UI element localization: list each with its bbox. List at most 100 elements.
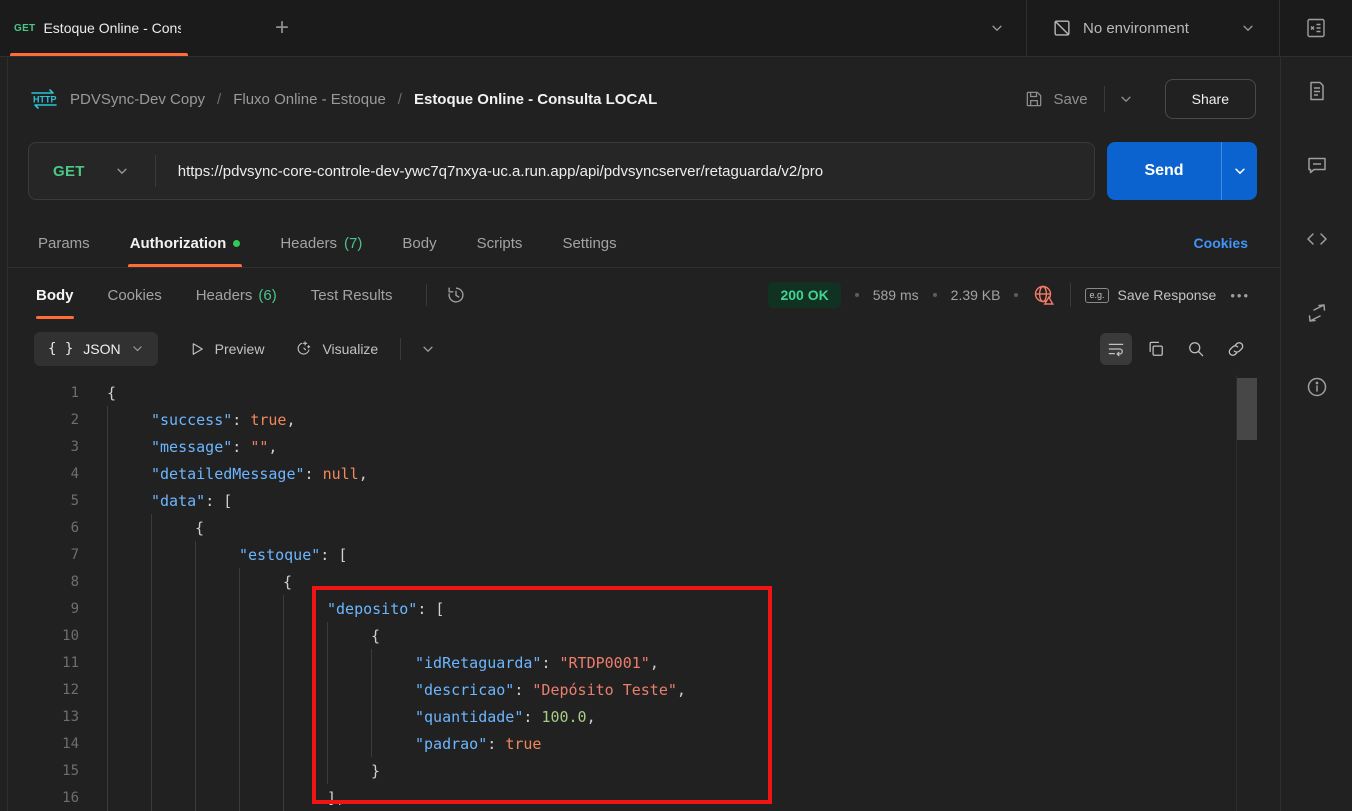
indent-guide xyxy=(107,622,151,649)
copy-button[interactable] xyxy=(1140,333,1172,365)
code-line: 9 "deposito": [ xyxy=(8,595,1280,622)
document-icon xyxy=(1309,81,1324,101)
workspace-lower: HTTP PDVSync-Dev Copy / Fluxo Online - E… xyxy=(0,57,1352,811)
app-window: GET Estoque Online - Consult + No enviro… xyxy=(0,0,1352,811)
comments-button[interactable] xyxy=(1305,153,1329,177)
network-warning-button[interactable] xyxy=(1032,283,1056,307)
indent-guide xyxy=(239,676,283,703)
indent-guide xyxy=(283,757,327,784)
indent-guide xyxy=(151,757,195,784)
code-line: 10{ xyxy=(8,622,1280,649)
indent-guide xyxy=(107,703,151,730)
history-icon xyxy=(448,287,465,303)
url-input[interactable]: https://pdvsync-core-controle-dev-ywc7q7… xyxy=(156,163,1094,180)
example-icon: e.g. xyxy=(1085,287,1109,303)
chevron-down-icon xyxy=(131,342,144,355)
braces-icon: { } xyxy=(48,340,74,357)
code-line: 8{ xyxy=(8,568,1280,595)
code-line: 5 "data": [ xyxy=(8,487,1280,514)
visualize-button[interactable]: Visualize xyxy=(294,339,378,358)
breadcrumb-row: HTTP PDVSync-Dev Copy / Fluxo Online - E… xyxy=(8,57,1280,141)
code-line: 6{ xyxy=(8,514,1280,541)
environment-selector[interactable]: No environment xyxy=(1027,0,1279,56)
line-number: 11 xyxy=(62,654,79,671)
response-tab-cookies[interactable]: Cookies xyxy=(108,268,162,322)
tab-headers[interactable]: Headers (7) xyxy=(278,219,364,267)
line-number: 13 xyxy=(62,708,79,725)
left-edge-strip xyxy=(0,57,8,811)
code-line: 12 "descricao": "Depósito Teste", xyxy=(8,676,1280,703)
indent-guide xyxy=(195,784,239,811)
scrollbar-track xyxy=(1236,375,1258,811)
indent-guide xyxy=(239,730,283,757)
indent-guide xyxy=(195,622,239,649)
comment-icon xyxy=(1307,157,1326,174)
response-body-viewer[interactable]: 1{2 "success": true, 3 "message": "", 4 "deta… xyxy=(8,375,1280,811)
new-tab-button[interactable]: + xyxy=(262,0,302,56)
link-button[interactable] xyxy=(1220,333,1252,365)
method-dropdown[interactable]: GET xyxy=(29,163,155,180)
code-snippet-button[interactable] xyxy=(1305,227,1329,251)
indent-guide xyxy=(327,703,371,730)
more-options-button[interactable]: ••• xyxy=(1230,288,1250,303)
indent-guide xyxy=(107,514,151,541)
tab-body[interactable]: Body xyxy=(400,219,438,267)
indent-guide xyxy=(371,730,415,757)
link-icon xyxy=(1228,341,1244,356)
code-line: 4 "detailedMessage": null, xyxy=(8,460,1280,487)
breadcrumb-collection[interactable]: PDVSync-Dev Copy xyxy=(70,91,205,108)
line-number: 4 xyxy=(70,465,79,482)
indent-guide xyxy=(195,703,239,730)
code-line: 11 "idRetaguarda": "RTDP0001", xyxy=(8,649,1280,676)
tab-scripts[interactable]: Scripts xyxy=(475,219,525,267)
indent-guide xyxy=(151,541,195,568)
tab-options-chevron[interactable] xyxy=(968,0,1026,56)
tab-params[interactable]: Params xyxy=(36,219,92,267)
breadcrumb-request-name[interactable]: Estoque Online - Consulta LOCAL xyxy=(414,91,657,108)
send-button[interactable]: Send xyxy=(1107,142,1221,200)
send-options-chevron[interactable] xyxy=(1221,142,1257,200)
response-header: Body Cookies Headers (6) Test Results 20… xyxy=(8,268,1280,322)
save-button[interactable]: Save xyxy=(1012,81,1099,117)
response-history-button[interactable] xyxy=(445,284,467,306)
request-tab[interactable]: GET Estoque Online - Consult xyxy=(0,0,200,56)
wrap-text-button[interactable] xyxy=(1100,332,1132,365)
environment-quick-look-button[interactable] xyxy=(1280,0,1352,56)
viewer-more-chevron[interactable] xyxy=(421,342,435,356)
response-tab-test-results[interactable]: Test Results xyxy=(311,268,393,322)
format-dropdown[interactable]: { } JSON xyxy=(34,331,158,366)
response-size: 2.39 KB xyxy=(950,287,1001,303)
indent-guide xyxy=(151,676,195,703)
indent-guide xyxy=(327,757,371,784)
response-tab-headers[interactable]: Headers (6) xyxy=(196,268,277,322)
request-url-row: GET https://pdvsync-core-controle-dev-yw… xyxy=(8,141,1280,219)
tab-settings[interactable]: Settings xyxy=(560,219,618,267)
wand-sparkle-icon xyxy=(297,341,311,355)
status-badge[interactable]: 200 OK xyxy=(768,282,841,308)
search-button[interactable] xyxy=(1180,333,1212,365)
cookies-link[interactable]: Cookies xyxy=(1194,235,1248,251)
indent-guide xyxy=(195,676,239,703)
documentation-button[interactable] xyxy=(1305,79,1329,103)
line-number: 10 xyxy=(62,627,79,644)
response-tab-body[interactable]: Body xyxy=(36,268,74,322)
request-pulls-button[interactable] xyxy=(1305,301,1329,325)
save-options-chevron[interactable] xyxy=(1109,84,1143,114)
scrollbar-thumb[interactable] xyxy=(1237,378,1257,440)
breadcrumb-folder[interactable]: Fluxo Online - Estoque xyxy=(233,91,386,108)
save-response-button[interactable]: e.g. Save Response xyxy=(1085,287,1216,303)
chevron-down-icon xyxy=(1121,96,1131,103)
preview-button[interactable]: Preview xyxy=(188,340,264,358)
tab-title: Estoque Online - Consult xyxy=(43,20,182,36)
tab-authorization[interactable]: Authorization xyxy=(127,219,243,267)
info-button[interactable] xyxy=(1305,375,1329,399)
chevron-down-icon xyxy=(1241,21,1255,35)
indent-guide xyxy=(195,730,239,757)
search-icon xyxy=(1189,341,1204,356)
code-icon xyxy=(1306,233,1327,245)
indent-guide xyxy=(151,703,195,730)
share-button[interactable]: Share xyxy=(1164,79,1256,119)
meta-dot xyxy=(854,293,859,297)
viewer-tools xyxy=(1100,332,1252,365)
indent-guide xyxy=(151,595,195,622)
